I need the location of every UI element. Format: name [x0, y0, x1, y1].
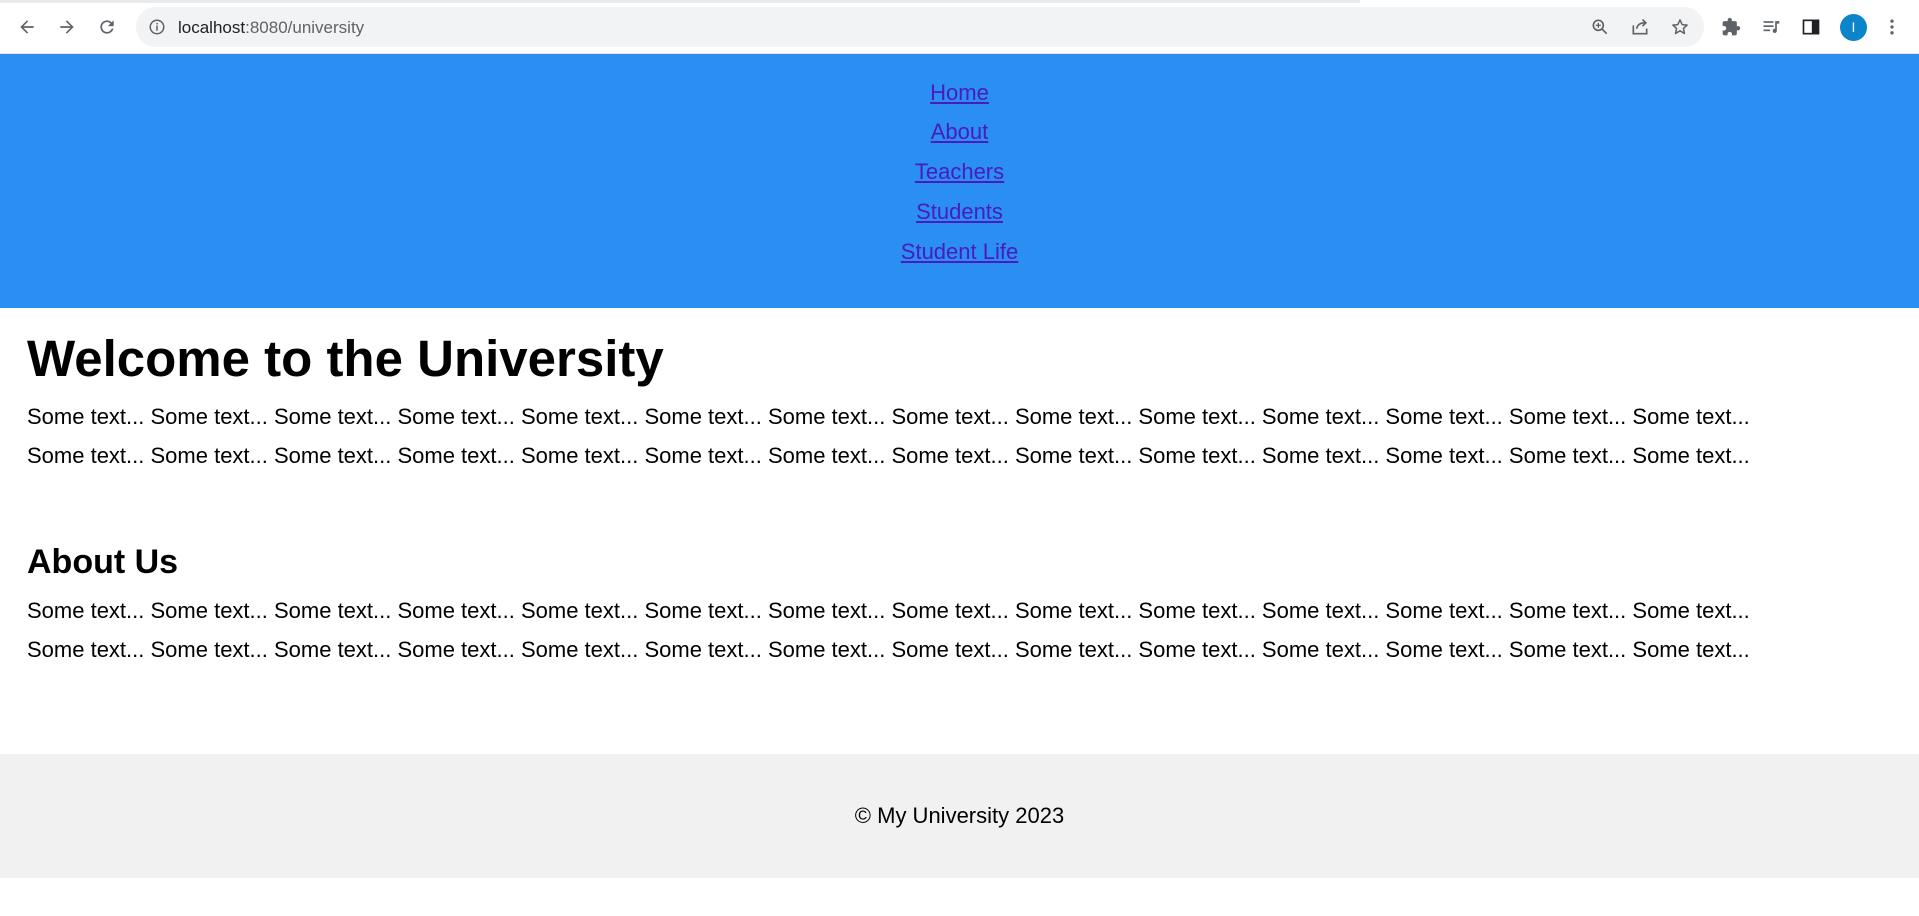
url-text[interactable]: localhost:8080/university [178, 18, 364, 37]
url-host: localhost [178, 18, 246, 37]
reading-list-button[interactable] [1759, 15, 1783, 39]
profile-avatar[interactable]: I [1840, 14, 1867, 41]
site-footer: © My University 2023 [0, 754, 1919, 878]
page-load-progress [0, 0, 1360, 3]
about-heading: About Us [27, 543, 179, 581]
star-icon[interactable] [1670, 17, 1690, 37]
side-panel-icon [1802, 19, 1820, 35]
intro-paragraph-line: Some text... Some text... Some text... S… [27, 404, 1750, 429]
page-title: Welcome to the University [27, 330, 664, 387]
forward-button[interactable] [51, 11, 83, 43]
back-arrow-icon [20, 20, 34, 34]
nav-link-teachers[interactable]: Teachers [915, 159, 1004, 185]
nav-link-student-life[interactable]: Student Life [901, 239, 1018, 265]
nav-link-home[interactable]: Home [930, 80, 989, 106]
kebab-menu-icon [1890, 19, 1894, 35]
reload-button[interactable] [91, 11, 123, 43]
info-icon[interactable] [148, 18, 166, 36]
forward-arrow-icon [60, 20, 74, 34]
main-navigation: Home About Teachers Students Student Lif… [0, 80, 1919, 278]
side-panel-button[interactable] [1799, 15, 1823, 39]
back-button[interactable] [11, 11, 43, 43]
browser-toolbar: localhost:8080/university I [0, 0, 1919, 54]
reload-icon [100, 20, 114, 34]
nav-link-about[interactable]: About [931, 119, 989, 145]
url-path: :8080/university [245, 18, 365, 37]
about-paragraph-line: Some text... Some text... Some text... S… [27, 637, 1750, 662]
browser-menu-button[interactable] [1880, 15, 1904, 39]
copyright-text: © My University 2023 [854, 803, 1065, 828]
about-paragraph-line: Some text... Some text... Some text... S… [27, 598, 1750, 623]
main-content: Welcome to the University Some text... S… [27, 308, 1887, 663]
extensions-button[interactable] [1719, 15, 1743, 39]
zoom-icon[interactable] [1590, 17, 1610, 37]
share-icon[interactable] [1630, 17, 1650, 37]
puzzle-icon [1722, 17, 1741, 36]
intro-paragraph-line: Some text... Some text... Some text... S… [27, 443, 1750, 468]
nav-link-students[interactable]: Students [916, 199, 1003, 225]
site-header: Home About Teachers Students Student Lif… [0, 54, 1919, 308]
address-bar[interactable]: localhost:8080/university [136, 7, 1704, 47]
reading-list-icon [1763, 21, 1780, 33]
web-page: Home About Teachers Students Student Lif… [0, 54, 1919, 916]
